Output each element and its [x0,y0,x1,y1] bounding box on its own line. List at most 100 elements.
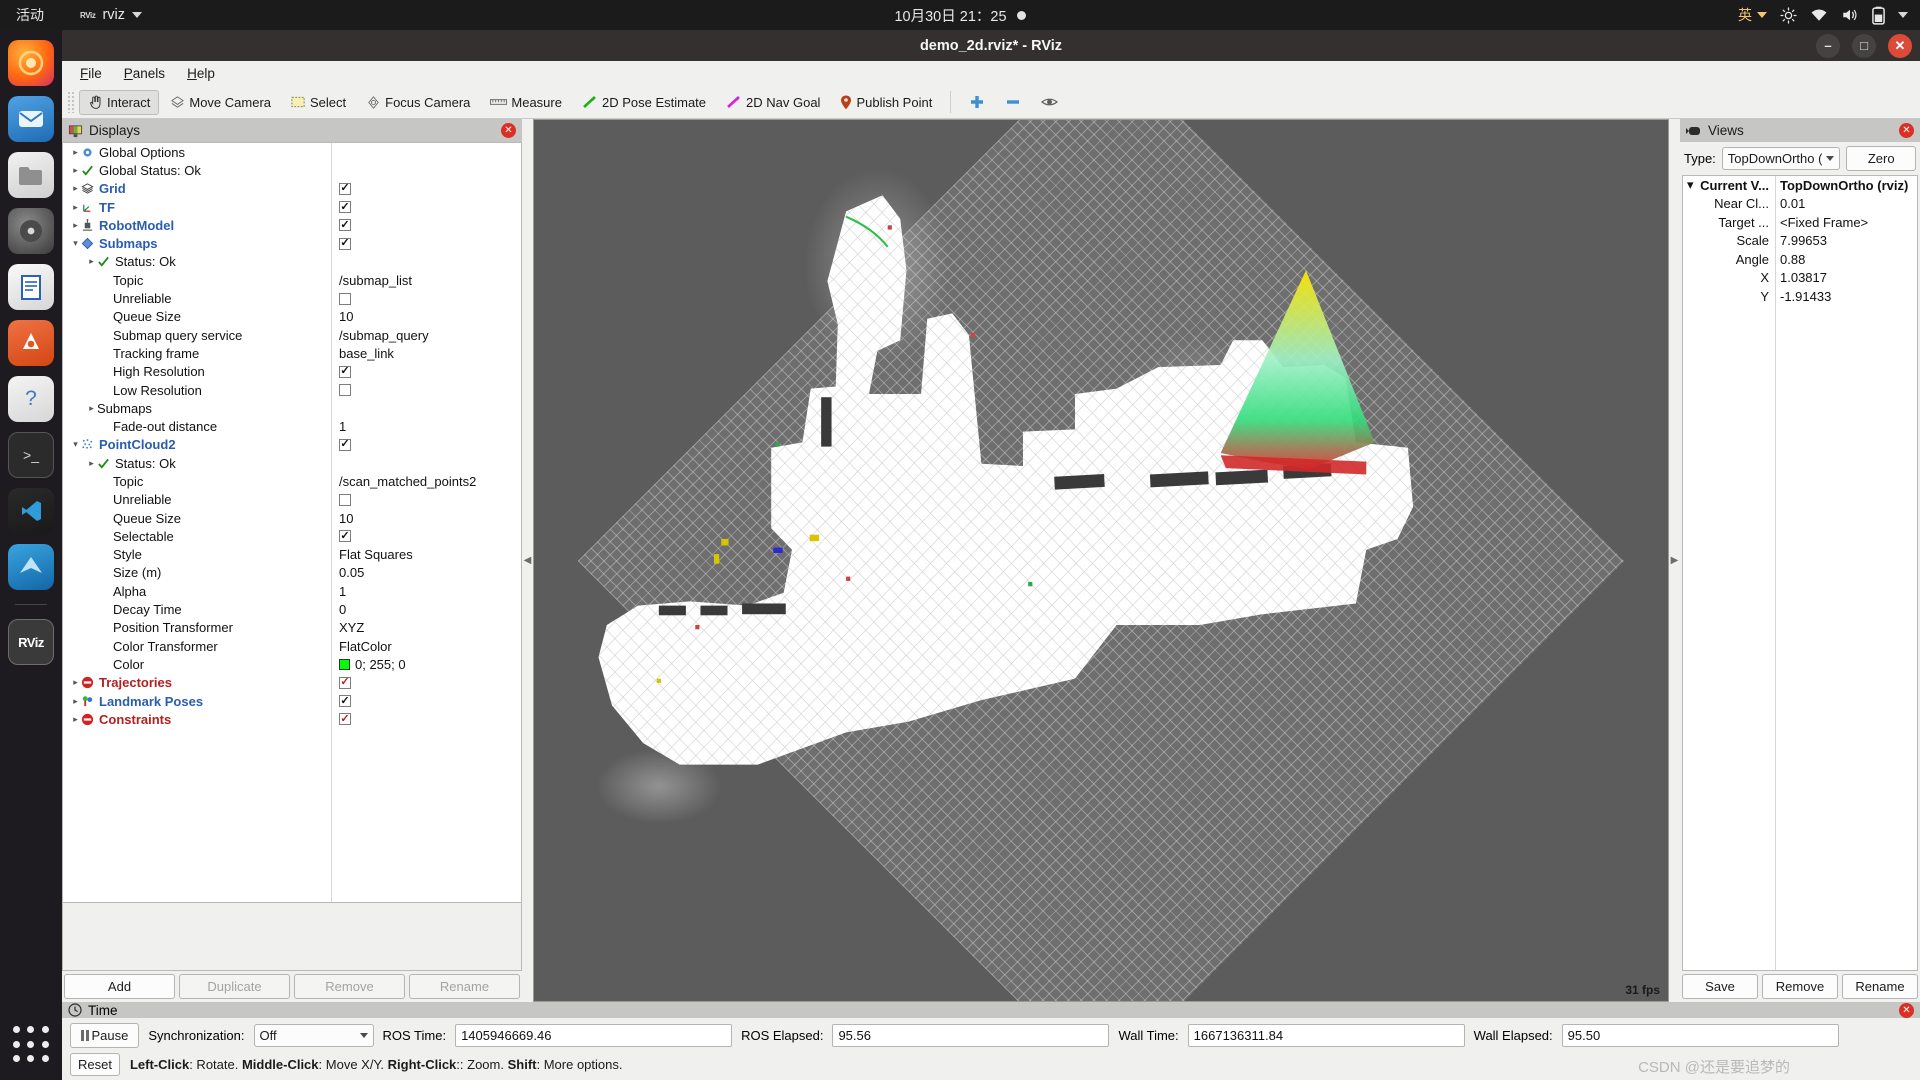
display-row[interactable]: Alpha 1 [63,582,521,600]
menu-file[interactable]: File [70,63,112,84]
display-row-value[interactable]: 10 [339,309,353,324]
display-row[interactable]: Queue Size 10 [63,509,521,527]
maximize-button[interactable]: □ [1852,33,1876,58]
display-row[interactable]: ▸ Submaps [63,399,521,417]
ros-elapsed-input[interactable]: 95.56 [832,1024,1110,1047]
display-row[interactable]: ▸ Landmark Poses ✓ [63,692,521,710]
tool-2d-pose-estimate[interactable]: 2D Pose Estimate [573,90,715,115]
remove-view-button[interactable]: Remove [1762,974,1838,999]
checkbox[interactable]: ✓ [339,530,351,543]
checkbox[interactable] [339,292,351,305]
close-icon[interactable]: ✕ [501,123,516,138]
tool-properties-button[interactable] [1032,91,1067,113]
display-row[interactable]: Topic/scan_matched_points2 [63,472,521,490]
display-row-value[interactable]: 0.05 [339,565,364,580]
display-row[interactable]: Fade-out distance 1 [63,417,521,435]
wifi-icon[interactable] [1810,8,1828,23]
checkbox[interactable]: ✓ [339,219,351,232]
display-row[interactable]: Selectable ✓ [63,527,521,545]
view-property-value[interactable]: 1.03817 [1780,270,1827,285]
reset-button[interactable]: Reset [70,1053,120,1076]
color-swatch[interactable] [339,658,350,670]
dock-item-ubuntu-software[interactable] [8,320,54,366]
display-row-value[interactable]: /submap_list [339,273,412,288]
save-view-button[interactable]: Save [1682,974,1758,999]
display-row[interactable]: Queue Size 10 [63,308,521,326]
checkbox[interactable]: ✓ [339,237,351,250]
dock-item-help[interactable]: ? [8,376,54,422]
display-row[interactable]: Low Resolution [63,381,521,399]
chevron-down-icon[interactable] [1898,12,1908,18]
rename-view-button[interactable]: Rename [1842,974,1918,999]
checkbox[interactable]: ✓ [339,713,351,726]
menu-help[interactable]: Help [177,63,225,84]
add-tool-button[interactable] [960,89,994,115]
view-property-value[interactable]: 0.88 [1780,252,1805,267]
dock-item-firefox[interactable] [8,40,54,86]
display-row-value[interactable] [339,384,351,396]
checkbox[interactable]: ✓ [339,201,351,214]
display-row[interactable]: Unreliable [63,491,521,509]
close-icon[interactable]: ✕ [1899,1002,1914,1018]
chevron-right-icon[interactable]: ▸ [70,147,81,158]
checkbox[interactable]: ✓ [339,438,351,451]
chevron-right-icon[interactable]: ▸ [86,458,97,469]
checkbox[interactable] [339,384,351,396]
zero-button[interactable]: Zero [1846,146,1916,171]
input-method-indicator[interactable]: 英 [1738,5,1767,25]
chevron-right-icon[interactable]: ▸ [70,677,81,688]
display-row-value[interactable]: base_link [339,346,394,361]
display-row[interactable]: Position Transformer XYZ [63,619,521,637]
display-row-value[interactable]: 0; 255; 0 [339,657,406,672]
chevron-right-icon[interactable]: ▸ [70,165,81,176]
display-row-value[interactable]: ✓ [339,438,351,451]
chevron-right-icon[interactable]: ▸ [70,202,81,213]
tool-focus-camera[interactable]: Focus Camera [357,90,479,115]
dock-item-vscode[interactable] [8,488,54,534]
remove-tool-button[interactable] [996,89,1030,115]
chevron-right-icon[interactable]: ▸ [70,183,81,194]
duplicate-display-button[interactable]: Duplicate [179,974,290,999]
view-property-row[interactable]: Scale 7.99653 [1683,232,1917,251]
checkbox[interactable]: ✓ [339,365,351,378]
close-icon[interactable]: ✕ [1899,123,1914,138]
checkbox[interactable]: ✓ [339,695,351,708]
pause-button[interactable]: Pause [70,1023,140,1048]
display-row-value[interactable]: 1 [339,419,346,434]
display-row[interactable]: ▾ Submaps ✓ [63,234,521,252]
display-row-value[interactable]: ✓ [339,695,351,708]
display-row-value[interactable]: /submap_query [339,328,429,343]
wall-time-input[interactable]: 1667136311.84 [1187,1024,1465,1047]
display-row-value[interactable]: ✓ [339,530,351,543]
view-property-value[interactable]: 0.01 [1780,196,1805,211]
wall-elapsed-input[interactable]: 95.50 [1561,1024,1839,1047]
display-row-value[interactable]: 0 [339,602,346,617]
menu-panels[interactable]: Panels [114,63,175,84]
view-property-row[interactable]: ▾ Current V... TopDownOrtho (rviz) [1683,176,1917,195]
view-property-row[interactable]: Target ... <Fixed Frame> [1683,213,1917,232]
view-type-combo[interactable]: TopDownOrtho ( [1721,147,1841,170]
render-viewport[interactable]: 31 fps [533,119,1669,1002]
checkbox[interactable]: ✓ [339,182,351,195]
tool-select[interactable]: Select [282,90,355,115]
display-row[interactable]: ▸ TF ✓ [63,198,521,216]
right-splitter-handle[interactable]: ▶ [1669,119,1680,1002]
chevron-right-icon[interactable]: ▸ [70,696,81,707]
view-property-value[interactable]: 7.99653 [1780,233,1827,248]
display-row-value[interactable] [339,493,351,506]
display-row[interactable]: ▸ Global Status: Ok [63,161,521,179]
ros-time-input[interactable]: 1405946669.46 [455,1024,733,1047]
display-row[interactable]: Color Transformer FlatColor [63,637,521,655]
dock-item-terminal[interactable]: >_ [8,432,54,478]
display-row[interactable]: Style Flat Squares [63,546,521,564]
rename-display-button[interactable]: Rename [409,974,520,999]
checkbox[interactable] [339,493,351,506]
display-row-value[interactable]: 1 [339,584,346,599]
display-row[interactable]: High Resolution ✓ [63,363,521,381]
show-applications-button[interactable] [11,1026,51,1066]
display-row[interactable]: Tracking frame base_link [63,344,521,362]
battery-icon[interactable] [1872,6,1885,25]
views-tree[interactable]: ▾ Current V... TopDownOrtho (rviz) Near Cl.… [1682,175,1918,971]
tool-interact[interactable]: Interact [79,89,160,115]
dock-item-libreoffice-writer[interactable] [8,264,54,310]
